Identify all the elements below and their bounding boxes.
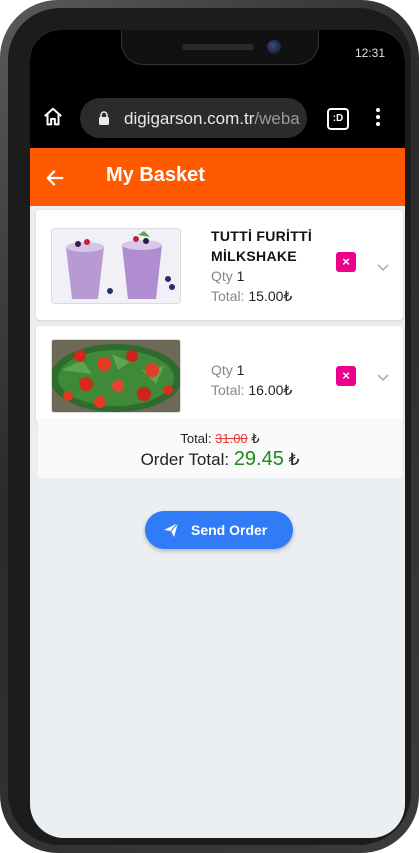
- url-text: digigarson.com.tr/weba: [124, 109, 300, 129]
- total-label: Total:: [211, 288, 245, 304]
- send-icon: [164, 522, 179, 537]
- status-time: 12:31: [354, 46, 385, 60]
- phone-bezel: 12:31 digigarson.com.tr/weba :D My Baske…: [8, 8, 411, 845]
- order-total-value: 29.45: [233, 448, 284, 470]
- browser-toolbar: digigarson.com.tr/weba :D: [30, 76, 405, 148]
- basket-item: Qty 1 Total: 16.00₺ ×: [36, 326, 403, 424]
- page-title: My Basket: [106, 164, 205, 186]
- basket-item: TUTTİ FURİTTİ MİLKSHAKE Qty 1 Total: 15.…: [36, 210, 403, 320]
- subtotal-label: Total:: [180, 431, 212, 446]
- send-order-button[interactable]: Send Order: [145, 511, 293, 549]
- total-label: Total:: [211, 382, 245, 398]
- order-total-label: Order Total:: [140, 450, 230, 469]
- url-domain: digigarson.com.tr: [124, 109, 255, 128]
- remove-item-button[interactable]: ×: [336, 366, 356, 386]
- app-bar: My Basket: [30, 148, 405, 206]
- total-value: 15.00₺: [248, 288, 293, 304]
- qty-label: Qty: [211, 268, 233, 284]
- speaker: [182, 44, 254, 50]
- qty-value: 1: [236, 268, 245, 284]
- arrow-left-icon[interactable]: [44, 167, 66, 189]
- currency-symbol: ₺: [288, 450, 300, 469]
- item-total: Total: 15.00₺: [211, 288, 292, 305]
- order-total-row: Order Total: 29.45 ₺: [38, 448, 402, 471]
- item-qty: Qty 1: [211, 268, 244, 284]
- item-name-line2: MİLKSHAKE: [211, 248, 297, 264]
- phone-screen: 12:31 digigarson.com.tr/weba :D My Baske…: [30, 30, 405, 838]
- subtotal-row: Total: 31.00 ₺: [38, 431, 402, 447]
- camera-icon: [267, 40, 281, 54]
- currency-symbol: ₺: [251, 431, 260, 446]
- tab-switcher-button[interactable]: :D: [327, 108, 349, 130]
- item-total: Total: 16.00₺: [211, 382, 292, 399]
- url-path: /weba: [254, 109, 300, 128]
- item-name-line1: TUTTİ FURİTTİ: [211, 228, 313, 244]
- chevron-down-icon[interactable]: [377, 264, 389, 272]
- subtotal-old-value: 31.00: [215, 431, 248, 446]
- phone-frame: 12:31 digigarson.com.tr/weba :D My Baske…: [0, 0, 419, 853]
- qty-value: 1: [236, 362, 245, 378]
- lock-icon: [99, 111, 109, 125]
- salad-photo: [51, 339, 181, 413]
- more-vert-icon[interactable]: [375, 108, 381, 128]
- qty-label: Qty: [211, 362, 233, 378]
- item-name: TUTTİ FURİTTİ MİLKSHAKE: [211, 226, 312, 266]
- status-bar: 12:31: [30, 30, 405, 76]
- notch: [121, 30, 319, 65]
- address-bar[interactable]: digigarson.com.tr/weba: [80, 98, 307, 138]
- chevron-down-icon[interactable]: [377, 374, 389, 382]
- home-icon[interactable]: [42, 106, 64, 128]
- milkshake-photo: [51, 228, 181, 304]
- remove-item-button[interactable]: ×: [336, 252, 356, 272]
- item-qty: Qty 1: [211, 362, 244, 378]
- send-order-label: Send Order: [191, 522, 268, 538]
- order-summary: Total: 31.00 ₺ Order Total: 29.45 ₺: [38, 418, 402, 478]
- total-value: 16.00₺: [248, 382, 293, 398]
